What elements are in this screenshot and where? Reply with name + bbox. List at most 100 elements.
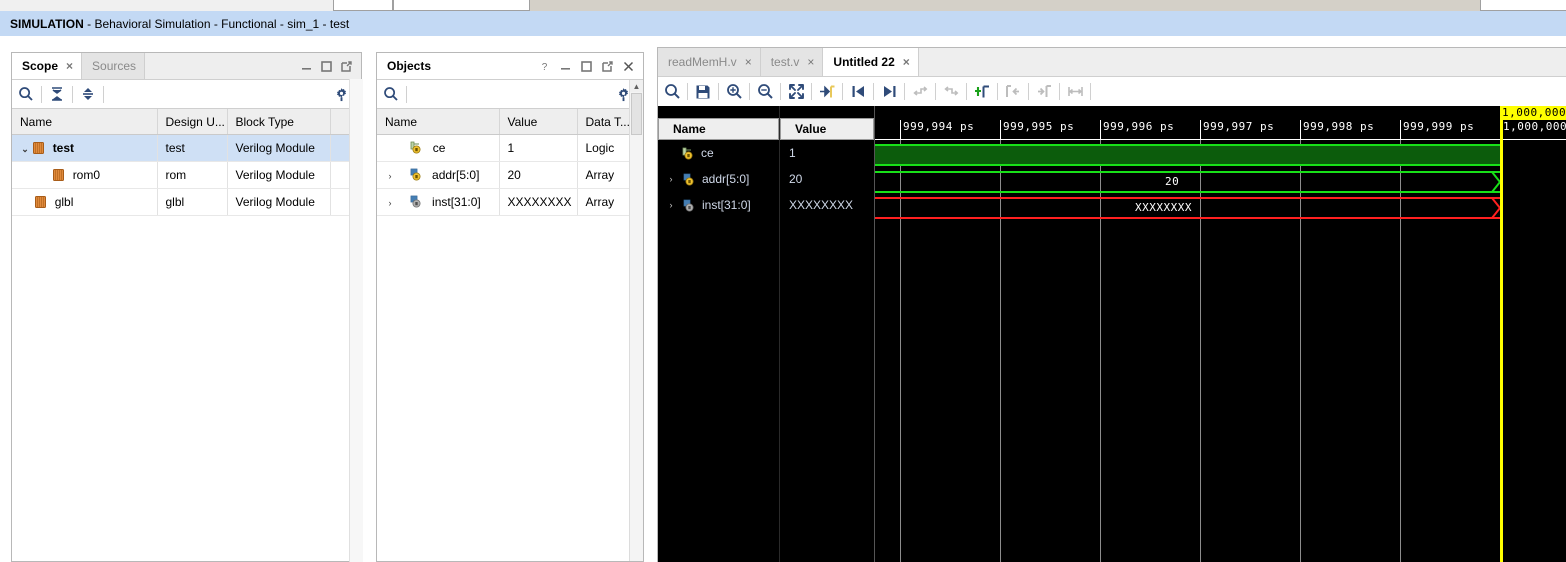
scroll-up-arrow-icon[interactable]: ▲ xyxy=(630,80,643,92)
waveform-value-header-label[interactable]: Value xyxy=(780,118,874,140)
array-signal-icon xyxy=(410,168,424,181)
zoom-fit-icon[interactable] xyxy=(782,78,810,106)
waveform-name-header-label[interactable]: Name xyxy=(658,118,779,140)
tab-test-v[interactable]: test.v × xyxy=(760,48,824,76)
add-marker-icon[interactable] xyxy=(968,78,996,106)
waveform-signal-addr[interactable]: › addr[5:0] xyxy=(658,166,779,192)
waveform-time-ruler[interactable]: 999,994 ps 999,995 ps 999,996 ps 999,997… xyxy=(875,106,1566,140)
scope-row-design-unit: glbl xyxy=(157,188,228,216)
verilog-module-icon xyxy=(53,169,65,181)
scope-col-design-unit[interactable]: Design U... xyxy=(157,109,228,135)
tab-readmemh-v-close-icon[interactable]: × xyxy=(745,56,752,68)
chevron-right-icon[interactable]: › xyxy=(666,174,676,184)
waveform-signal-inst[interactable]: › inst[31:0] xyxy=(658,192,779,218)
scope-table-header-row: Name Design U... Block Type xyxy=(12,109,361,135)
chevron-right-icon[interactable]: › xyxy=(666,200,676,210)
tab-untitled-22-label: Untitled 22 xyxy=(833,55,895,69)
objects-vertical-scrollbar[interactable]: ▲ xyxy=(629,80,643,561)
goto-cursor-icon[interactable] xyxy=(813,78,841,106)
chevron-down-icon[interactable]: ⌄ xyxy=(20,144,30,155)
objects-col-value[interactable]: Value xyxy=(499,109,578,135)
zoom-in-icon[interactable] xyxy=(720,78,748,106)
tab-scope[interactable]: Scope × xyxy=(12,53,83,79)
previous-transition-icon[interactable] xyxy=(844,78,872,106)
scope-header-buttons xyxy=(292,53,361,79)
table-row[interactable]: glbl glbl Verilog Module xyxy=(12,188,361,216)
chevron-right-icon[interactable]: › xyxy=(385,198,395,208)
maximize-icon[interactable] xyxy=(581,60,592,72)
tab-untitled-22[interactable]: Untitled 22 × xyxy=(823,48,919,76)
tab-objects-label: Objects xyxy=(387,59,432,73)
waveform-signal-ce[interactable]: ce xyxy=(658,140,779,166)
zoom-out-icon[interactable] xyxy=(751,78,779,106)
waveform-value-ce: 1 xyxy=(789,146,796,160)
scope-col-name[interactable]: Name xyxy=(12,109,158,135)
table-row[interactable]: rom0 rom Verilog Module xyxy=(12,161,361,189)
objects-row-name-cell: › addr[5:0] xyxy=(377,161,500,189)
waveform-signal-addr-label: addr[5:0] xyxy=(702,172,750,186)
objects-row-name: addr[5:0] xyxy=(432,168,480,182)
objects-col-name[interactable]: Name xyxy=(377,109,500,135)
tab-objects[interactable]: Objects xyxy=(377,53,440,79)
array-signal-icon xyxy=(683,173,697,186)
ruler-label: 999,998 ps xyxy=(1303,120,1375,133)
waveform-body: Name ce › addr[5:0] › inst[31:0] Value 1… xyxy=(658,106,1566,562)
float-icon[interactable] xyxy=(341,60,352,72)
objects-panel: Objects ? Name Value Data T... ce 1 Logi… xyxy=(376,52,644,562)
search-icon[interactable] xyxy=(12,80,40,108)
table-row[interactable]: › addr[5:0] 20 Array xyxy=(377,161,643,189)
waveform-canvas[interactable]: 999,994 ps 999,995 ps 999,996 ps 999,997… xyxy=(874,106,1566,562)
waveform-name-header: Name xyxy=(658,106,779,140)
close-icon[interactable] xyxy=(623,61,634,72)
help-icon[interactable]: ? xyxy=(539,61,550,72)
tab-scope-label: Scope xyxy=(22,59,59,73)
marker-left-icon xyxy=(999,78,1027,106)
objects-row-value: XXXXXXXX xyxy=(499,188,578,216)
page-title: SIMULATION - Behavioral Simulation - Fun… xyxy=(10,17,349,31)
measure-icon xyxy=(1061,78,1089,106)
minimize-icon[interactable] xyxy=(301,61,312,72)
scope-vertical-scrollbar[interactable] xyxy=(349,79,363,562)
tab-untitled-22-close-icon[interactable]: × xyxy=(903,56,910,68)
search-icon[interactable] xyxy=(658,78,686,106)
scrollbar-thumb[interactable] xyxy=(631,93,642,135)
table-row[interactable]: › inst[31:0] XXXXXXXX Array xyxy=(377,188,643,216)
tab-sources[interactable]: Sources xyxy=(82,53,146,79)
table-row[interactable]: ce 1 Logic xyxy=(377,134,643,162)
tab-scope-close-icon[interactable]: × xyxy=(66,60,73,72)
waveform-value-addr: 20 xyxy=(789,172,803,186)
chevron-right-icon[interactable]: › xyxy=(385,171,395,181)
expand-all-icon[interactable] xyxy=(74,80,102,108)
waveform-trace-addr-value: 20 xyxy=(1165,175,1180,188)
maximize-icon[interactable] xyxy=(321,60,332,72)
toolbar-field-3[interactable] xyxy=(1480,0,1566,11)
save-waveform-icon[interactable] xyxy=(689,78,717,106)
toolbar-separator xyxy=(935,83,936,100)
collapse-all-icon[interactable] xyxy=(43,80,71,108)
page-title-detail: - Behavioral Simulation - Functional - s… xyxy=(83,16,350,31)
minimize-icon[interactable] xyxy=(560,61,571,72)
scope-row-design-unit: test xyxy=(157,134,228,162)
toolbar-separator xyxy=(904,83,905,100)
tab-readmemh-v[interactable]: readMemH.v × xyxy=(658,48,761,76)
scope-row-name-cell: glbl xyxy=(12,188,158,216)
tab-sources-label: Sources xyxy=(92,59,137,73)
toolbar-field-2[interactable] xyxy=(393,0,530,11)
search-icon[interactable] xyxy=(377,80,405,108)
toolbar-separator xyxy=(103,85,104,103)
next-transition-icon[interactable] xyxy=(875,78,903,106)
toolbar-gap-left xyxy=(0,0,333,11)
objects-table: Name Value Data T... ce 1 Logic › addr[5… xyxy=(377,109,643,216)
waveform-cursor[interactable] xyxy=(1500,120,1503,562)
next-marker-icon xyxy=(937,78,965,106)
toolbar-separator xyxy=(718,83,719,100)
table-row[interactable]: ⌄ test test Verilog Module xyxy=(12,134,361,162)
tab-test-v-close-icon[interactable]: × xyxy=(807,56,814,68)
scope-col-block-type[interactable]: Block Type xyxy=(227,109,331,135)
float-icon[interactable] xyxy=(602,60,613,72)
objects-header-buttons: ? xyxy=(530,53,643,79)
toolbar-separator xyxy=(749,83,750,100)
toolbar-field-1[interactable] xyxy=(333,0,393,11)
verilog-module-icon xyxy=(33,142,45,154)
toolbar-separator xyxy=(1028,83,1029,100)
